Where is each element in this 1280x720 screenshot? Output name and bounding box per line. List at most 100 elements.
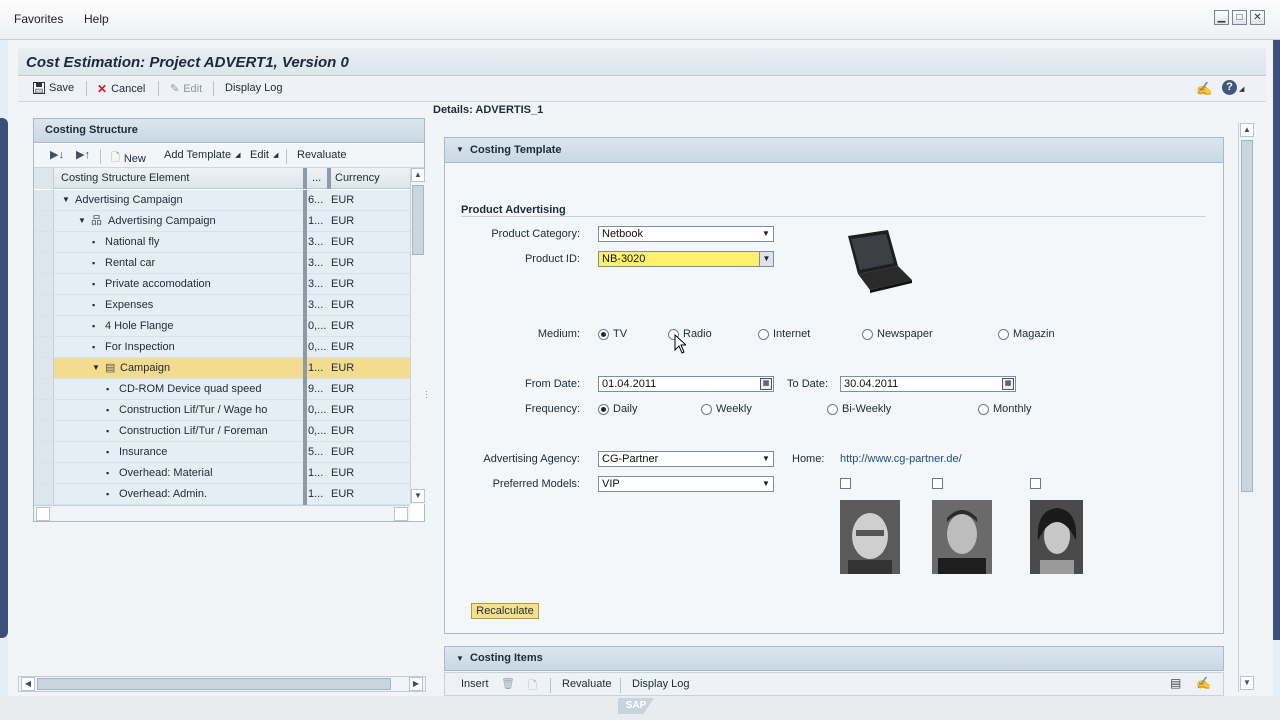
table-row[interactable]: ▪ Private accomodation 3... EUR: [34, 274, 410, 295]
medium-radio-newspaper[interactable]: Newspaper: [862, 328, 933, 340]
row-selector[interactable]: [34, 211, 54, 231]
left-pane-scrollbar[interactable]: ◀ ▶: [18, 676, 426, 692]
to-date-input[interactable]: 30.04.2011 ▦: [840, 376, 1016, 392]
scroll-down-icon[interactable]: ▼: [1240, 676, 1254, 690]
row-selector[interactable]: [34, 484, 54, 504]
scroll-right-icon[interactable]: [394, 507, 408, 521]
row-selector[interactable]: [34, 232, 54, 252]
column-header-currency[interactable]: Currency: [331, 168, 380, 189]
home-link[interactable]: http://www.cg-partner.de/: [840, 453, 962, 465]
scroll-thumb[interactable]: [37, 678, 391, 690]
expand-all-icon[interactable]: ▶↓: [50, 148, 64, 161]
tree-horizontal-scrollbar[interactable]: [34, 505, 410, 521]
scroll-up-icon[interactable]: ▲: [411, 168, 425, 182]
calendar-icon[interactable]: ▦: [760, 378, 772, 390]
help-icon[interactable]: ?: [1222, 80, 1237, 95]
model-2-checkbox[interactable]: [932, 478, 943, 489]
splitter-handle[interactable]: · · ·: [425, 387, 428, 402]
expand-triangle-icon[interactable]: ▼: [62, 190, 70, 210]
dropdown-arrow-icon[interactable]: ▼: [759, 252, 773, 266]
scroll-left-icon[interactable]: ◀: [21, 677, 35, 691]
row-selector[interactable]: [34, 400, 54, 420]
row-selector[interactable]: [34, 442, 54, 462]
table-row[interactable]: ▼ ▤ Campaign 1... EUR: [34, 358, 410, 379]
recalculate-button[interactable]: Recalculate: [471, 603, 539, 619]
row-selector[interactable]: [34, 358, 54, 378]
collapse-triangle-icon[interactable]: ▼: [456, 145, 464, 154]
scroll-up-icon[interactable]: ▲: [1240, 123, 1254, 137]
tree-vertical-scrollbar[interactable]: ▲ ▼: [410, 168, 425, 504]
details-vertical-scrollbar[interactable]: ▲ ▼: [1238, 122, 1255, 692]
costing-template-header[interactable]: [445, 138, 1223, 163]
column-header-value[interactable]: ...: [308, 168, 321, 189]
items-display-log-button[interactable]: Display Log: [632, 678, 689, 690]
product-category-dropdown[interactable]: Netbook ▼: [598, 226, 774, 242]
row-selector[interactable]: [34, 337, 54, 357]
table-row[interactable]: ▪ Expenses 3... EUR: [34, 295, 410, 316]
frequency-radio-biweekly[interactable]: Bi-Weekly: [827, 403, 891, 415]
expand-triangle-icon[interactable]: ▼: [92, 358, 100, 378]
close-icon[interactable]: ✕: [1250, 10, 1265, 25]
cancel-button[interactable]: ✕ Cancel: [97, 82, 145, 96]
add-template-menu[interactable]: Add Template ◢: [164, 149, 240, 161]
table-row[interactable]: ▪ Overhead: Admin. 1... EUR: [34, 484, 410, 505]
dropdown-arrow-icon[interactable]: ▼: [759, 227, 773, 241]
edit-button[interactable]: ✎ Edit: [170, 82, 202, 96]
personalize-icon[interactable]: ✍: [1196, 676, 1211, 690]
maximize-icon[interactable]: □: [1232, 10, 1247, 25]
personalize-icon[interactable]: ✍: [1196, 81, 1212, 97]
row-selector[interactable]: [34, 253, 54, 273]
from-date-input[interactable]: 01.04.2011 ▦: [598, 376, 774, 392]
row-selector[interactable]: [34, 379, 54, 399]
medium-radio-magazin[interactable]: Magazin: [998, 328, 1055, 340]
scroll-thumb[interactable]: [412, 185, 424, 255]
frequency-radio-monthly[interactable]: Monthly: [978, 403, 1032, 415]
column-header-element[interactable]: Costing Structure Element: [57, 168, 189, 189]
table-row[interactable]: ▪ Overhead: Material 1... EUR: [34, 463, 410, 484]
medium-radio-internet[interactable]: Internet: [758, 328, 810, 340]
product-id-dropdown[interactable]: NB-3020 ▼: [598, 251, 774, 267]
collapse-all-icon[interactable]: ▶↑: [76, 148, 90, 161]
calendar-icon[interactable]: ▦: [1002, 378, 1014, 390]
collapse-triangle-icon[interactable]: ▼: [456, 654, 464, 663]
table-row[interactable]: ▪ For Inspection 0,... EUR: [34, 337, 410, 358]
revaluate-button[interactable]: Revaluate: [297, 149, 347, 161]
new-button[interactable]: 🗋 New: [111, 149, 146, 168]
table-row[interactable]: ▪ Construction Lif/Tur / Wage ho 0,... EUR: [34, 400, 410, 421]
table-row[interactable]: ▪ Rental car 3... EUR: [34, 253, 410, 274]
model-3-checkbox[interactable]: [1030, 478, 1041, 489]
display-log-button[interactable]: Display Log: [225, 82, 282, 94]
row-selector[interactable]: [34, 190, 54, 210]
select-all-cell[interactable]: [34, 168, 54, 189]
medium-radio-tv[interactable]: TV: [598, 328, 627, 340]
items-revaluate-button[interactable]: Revaluate: [562, 678, 612, 690]
table-row[interactable]: ▪ National fly 3... EUR: [34, 232, 410, 253]
scroll-right-icon[interactable]: ▶: [409, 677, 423, 691]
table-row[interactable]: ▪ 4 Hole Flange 0,... EUR: [34, 316, 410, 337]
frequency-radio-daily[interactable]: Daily: [598, 403, 637, 415]
row-selector[interactable]: [34, 274, 54, 294]
costing-items-header[interactable]: [444, 646, 1224, 671]
agency-dropdown[interactable]: CG-Partner ▼: [598, 451, 774, 467]
insert-button[interactable]: Insert: [461, 678, 489, 690]
help-menu-arrow-icon[interactable]: ◢: [1239, 85, 1244, 93]
row-selector[interactable]: [34, 295, 54, 315]
dropdown-arrow-icon[interactable]: ▼: [759, 452, 773, 466]
table-row[interactable]: ▼ 品 Advertising Campaign 1... EUR: [34, 211, 410, 232]
menu-favorites[interactable]: Favorites: [14, 12, 63, 26]
scroll-left-icon[interactable]: [36, 507, 50, 521]
expand-triangle-icon[interactable]: ▼: [78, 211, 86, 231]
table-row[interactable]: ▪ Construction Lif/Tur / Foreman 0,... EUR: [34, 421, 410, 442]
table-row[interactable]: ▪ Insurance 5... EUR: [34, 442, 410, 463]
models-dropdown[interactable]: VIP ▼: [598, 476, 774, 492]
edit-menu[interactable]: Edit ◢: [250, 149, 278, 161]
copy-icon[interactable]: 🗋: [528, 677, 537, 696]
scroll-down-icon[interactable]: ▼: [411, 489, 425, 503]
table-row[interactable]: ▪ CD-ROM Device quad speed 9... EUR: [34, 379, 410, 400]
save-button[interactable]: Save: [33, 82, 74, 94]
dropdown-arrow-icon[interactable]: ▼: [759, 477, 773, 491]
table-row[interactable]: ▼ Advertising Campaign 6... EUR: [34, 190, 410, 211]
minimize-icon[interactable]: ▁: [1214, 10, 1229, 25]
row-selector[interactable]: [34, 316, 54, 336]
menu-help[interactable]: Help: [84, 12, 109, 26]
